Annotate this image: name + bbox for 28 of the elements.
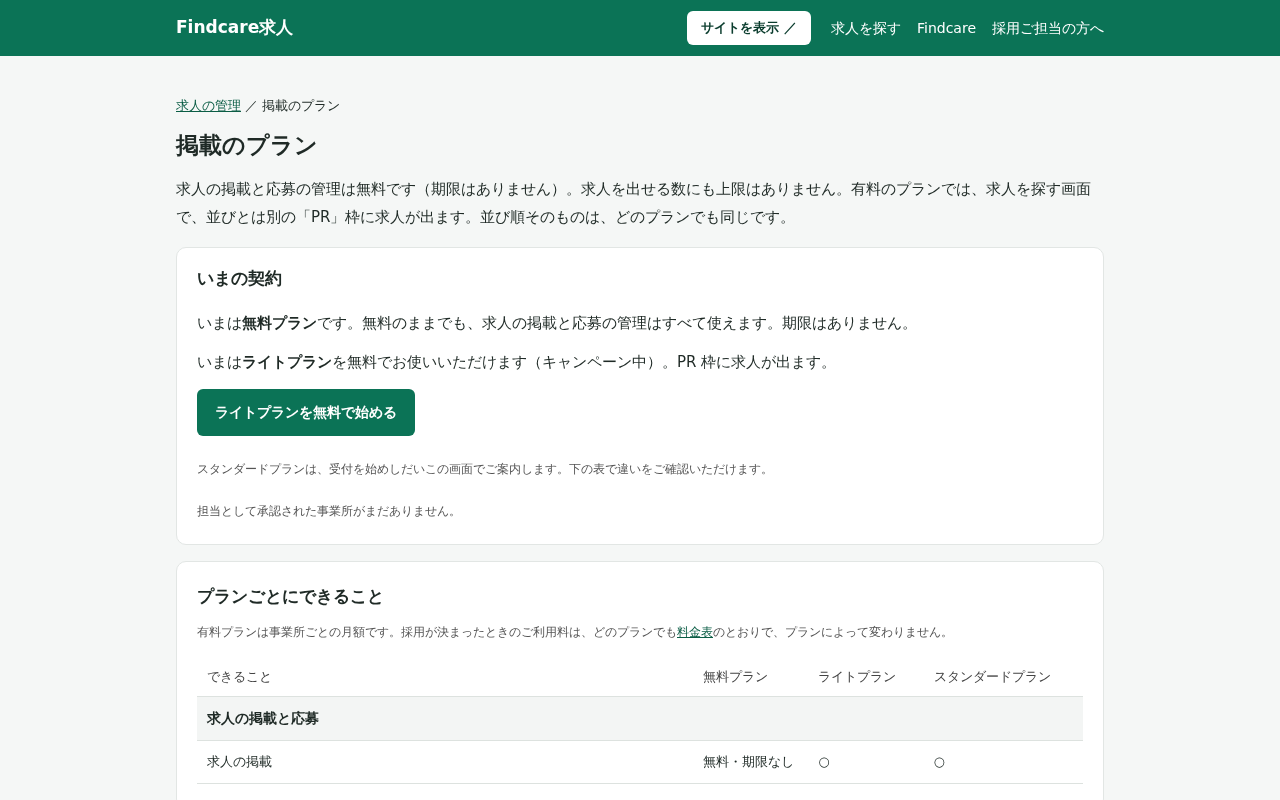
table-cell: ○	[923, 740, 1083, 784]
card-heading: いまの契約	[197, 268, 282, 289]
view-site-button[interactable]: サイトを表示 ／	[687, 11, 811, 45]
site-logo[interactable]: Findcare求人	[176, 15, 294, 41]
note-text: 有料プランは事業所ごとの月額です。採用が決まったときのご利用料は、どのプランでも料金表のとおりで、プランによって変わりません。	[197, 623, 954, 641]
card-heading: プランごとにできること	[197, 586, 385, 607]
table-cell: ○	[808, 740, 924, 784]
nav-link[interactable]: Findcare	[916, 17, 976, 39]
intro-text: 求人の掲載と応募の管理は無料です（期限はありません）。求人を出せる数にも上限はありません。有料のプランでは、求人を探す画面で、並びとは別の「PR」枠に求人が出ます。並び順そのものは、どのプランでも同じです。	[176, 179, 1092, 229]
nav-link[interactable]: 求人を探す	[830, 17, 901, 39]
nav-link[interactable]: 採用ご担当の方へ	[992, 17, 1104, 39]
breadcrumb-current: 掲載のプラン	[262, 97, 340, 115]
page-title: 掲載のプラン	[176, 131, 319, 160]
price-table-link[interactable]: 料金表	[677, 624, 713, 639]
table-cell: 求人の掲載	[197, 740, 694, 784]
start-plan-button[interactable]: ライトプランを無料で始める	[197, 389, 415, 437]
column-header: 無料プラン	[693, 656, 809, 697]
note-text: スタンダードプランは、受付を始めしだいこの画面でご案内します。下の表で違いをご確認いただけます。	[197, 461, 773, 479]
note-text: 担当として承認された事業所がまだありません。	[197, 503, 461, 521]
column-header: できること	[197, 656, 694, 697]
breadcrumb-separator: ／	[245, 97, 258, 115]
table-cell: 無料・期限なし	[693, 740, 809, 784]
status-text: いまはライトプランを無料でお使いいただけます（キャンペーン中）。PR 枠に求人が出ます。	[197, 352, 837, 373]
column-header: スタンダードプラン	[923, 656, 1083, 697]
breadcrumb-link[interactable]: 求人の管理	[176, 96, 241, 116]
column-header: ライトプラン	[808, 656, 924, 697]
status-text: いまは無料プランです。無料のままでも、求人の掲載と応募の管理はすべて使えます。期限はありません。	[197, 313, 917, 335]
section-header: 求人の掲載と応募	[197, 696, 1083, 741]
